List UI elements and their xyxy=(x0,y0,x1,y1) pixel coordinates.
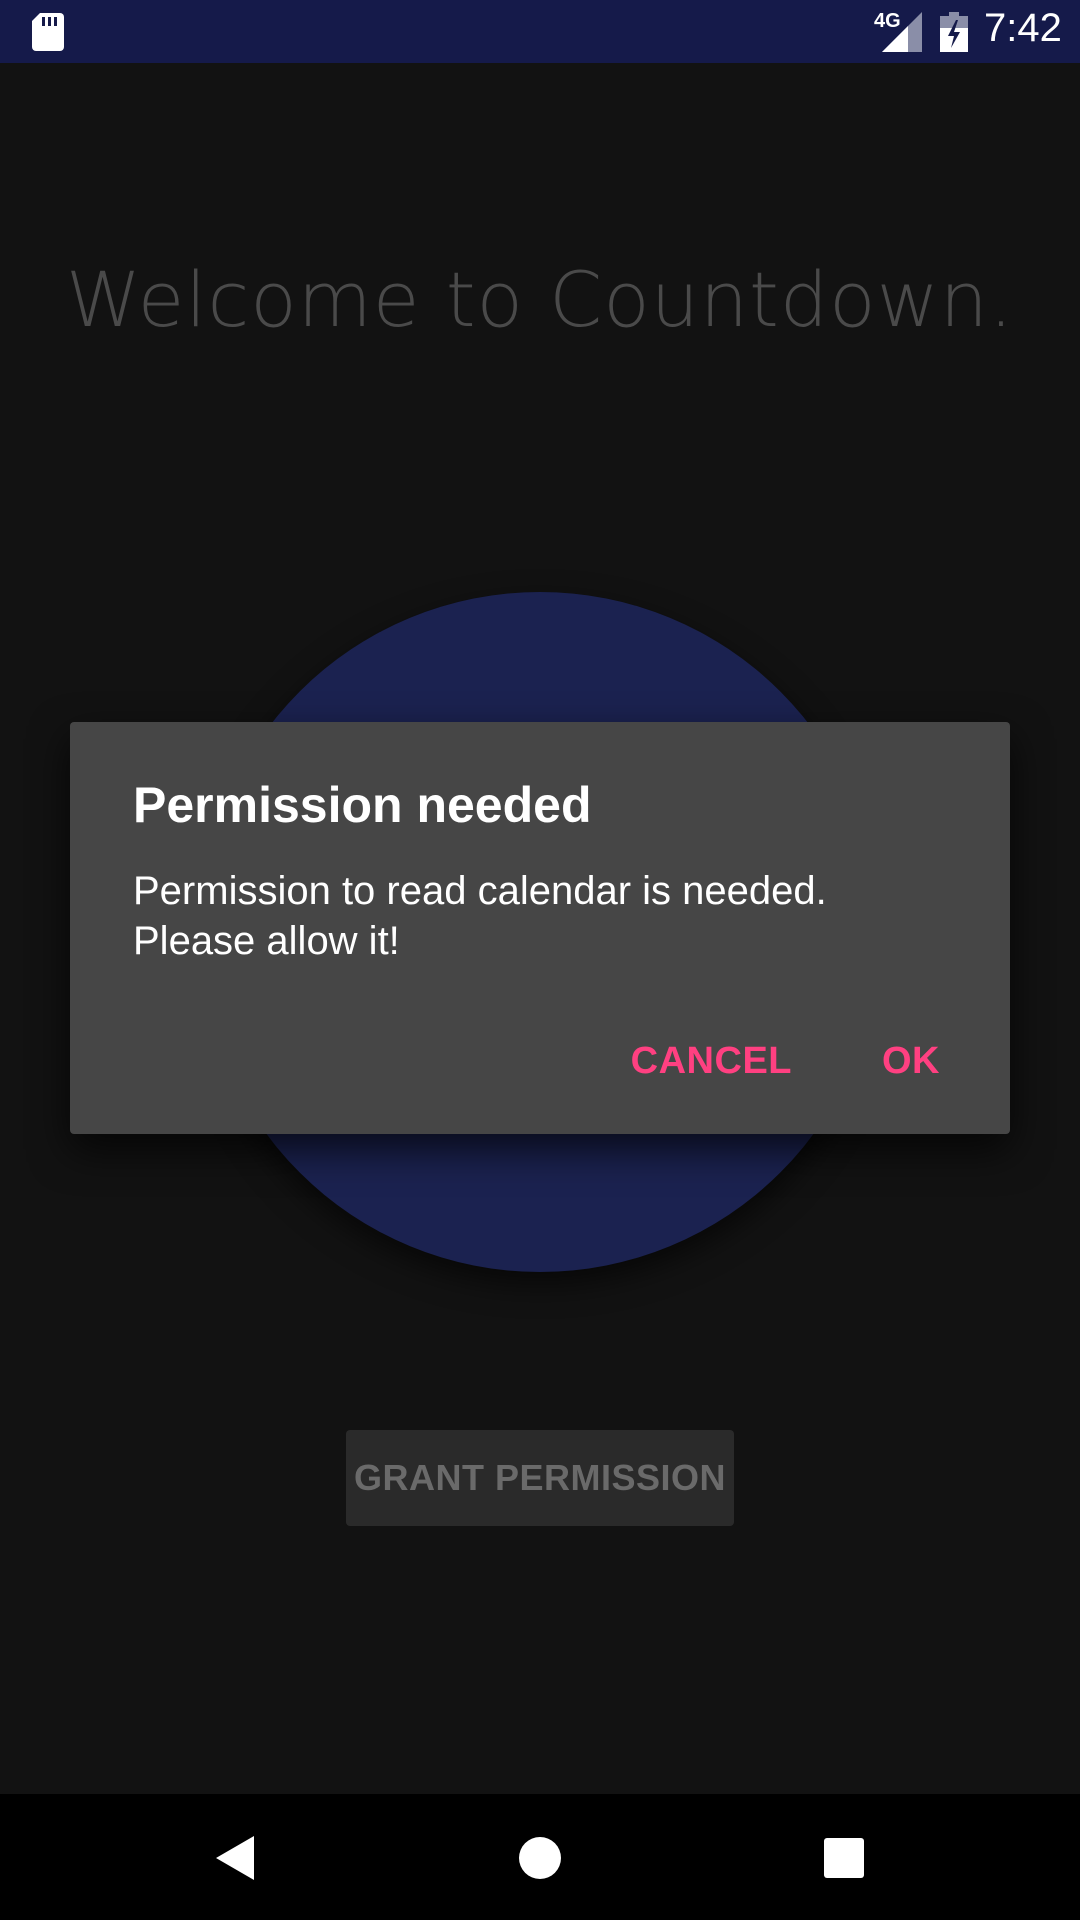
sd-card-icon xyxy=(32,13,64,51)
navigation-bar xyxy=(0,1794,1080,1920)
home-icon[interactable] xyxy=(518,1836,562,1880)
dialog-actions: CANCEL OK xyxy=(631,1040,940,1083)
dialog-message: Permission to read calendar is needed. P… xyxy=(133,869,827,963)
grant-permission-button[interactable]: GRANT PERMISSION xyxy=(346,1430,734,1526)
welcome-title: Welcome to Countdown. xyxy=(65,255,1015,344)
battery-charging-icon xyxy=(940,12,968,52)
dialog-title: Permission needed xyxy=(133,777,592,833)
permission-dialog: Permission needed Permission to read cal… xyxy=(70,722,1010,1134)
status-clock: 7:42 xyxy=(984,6,1062,50)
app-screen: 4G 7:42 Welcome to Countdown. GRANT PERM… xyxy=(0,0,1080,1920)
ok-button[interactable]: OK xyxy=(882,1040,940,1083)
signal-icon xyxy=(882,12,922,52)
back-icon[interactable] xyxy=(214,1834,258,1882)
cancel-button[interactable]: CANCEL xyxy=(631,1040,792,1083)
recents-icon[interactable] xyxy=(824,1838,864,1878)
status-bar: 4G 7:42 xyxy=(0,0,1080,63)
